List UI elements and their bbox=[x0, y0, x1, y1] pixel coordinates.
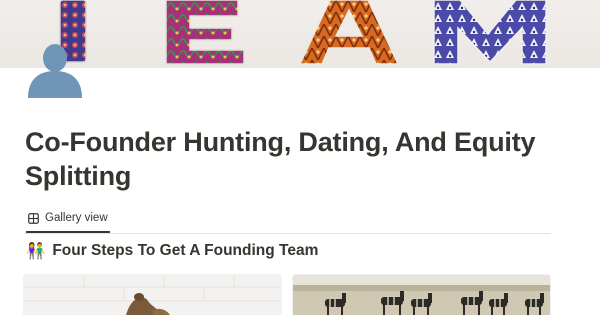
gallery-card[interactable] bbox=[293, 275, 550, 315]
section-heading[interactable]: 👫 Four Steps To Get A Founding Team bbox=[26, 240, 318, 262]
tab-label: Gallery view bbox=[45, 212, 108, 224]
gallery-card[interactable] bbox=[24, 275, 281, 315]
card-cover-zebras-image bbox=[293, 275, 550, 315]
section-heading-text: Four Steps To Get A Founding Team bbox=[52, 242, 319, 259]
page-icon[interactable] bbox=[26, 40, 84, 98]
database-view-tabs: Gallery view bbox=[24, 205, 551, 234]
person-silhouette-icon bbox=[28, 44, 82, 98]
cover-image[interactable] bbox=[0, 0, 600, 68]
gallery-grid-icon bbox=[28, 212, 39, 224]
card-cover-sculpture-image bbox=[24, 275, 281, 315]
team-letters-cover-image bbox=[59, 0, 547, 65]
people-emoji-icon: 👫 bbox=[26, 242, 46, 260]
page-title[interactable]: Co-Founder Hunting, Dating, And Equity S… bbox=[25, 125, 565, 193]
tab-gallery-view[interactable]: Gallery view bbox=[26, 205, 110, 233]
notion-page: Co-Founder Hunting, Dating, And Equity S… bbox=[0, 0, 600, 315]
